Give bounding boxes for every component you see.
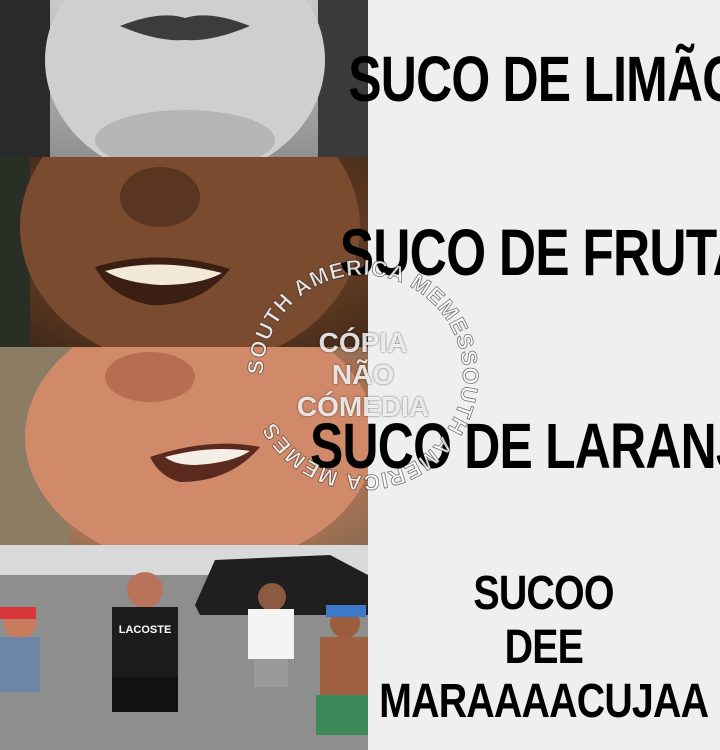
- caption-passionfruit: SUCOO DEE MARAAAACUJAA: [368, 545, 720, 750]
- photo-lips-grayscale: [0, 0, 368, 157]
- caption-fruit: SUCO DE FRUTA: [339, 157, 720, 347]
- caption-text: SUCO DE FRUTA: [339, 215, 720, 289]
- panel-fruit: SUCO DE FRUTA: [0, 157, 720, 347]
- shirt-text: LACOSTE: [119, 624, 172, 636]
- caption-line: DEE: [504, 620, 584, 674]
- panel-orange: SUCO DE LARANJA: [0, 347, 720, 545]
- caption-lemon: SUCO DE LIMÃO: [348, 0, 720, 157]
- caption-orange: SUCO DE LARANJA: [310, 347, 720, 545]
- caption-text: SUCO DE LIMÃO: [348, 42, 720, 115]
- caption-line: MARAAAACUJAA: [379, 674, 709, 728]
- photo-street-kids: LACOSTE: [0, 545, 368, 750]
- photo-smile: [0, 157, 368, 347]
- caption-text: SUCO DE LARANJA: [309, 410, 720, 482]
- panel-passionfruit: LACOSTE SUCOO DEE MARAAAACUJAA: [0, 545, 720, 750]
- caption-line: SUCOO: [473, 566, 615, 620]
- panel-lemon: SUCO DE LIMÃO: [0, 0, 720, 157]
